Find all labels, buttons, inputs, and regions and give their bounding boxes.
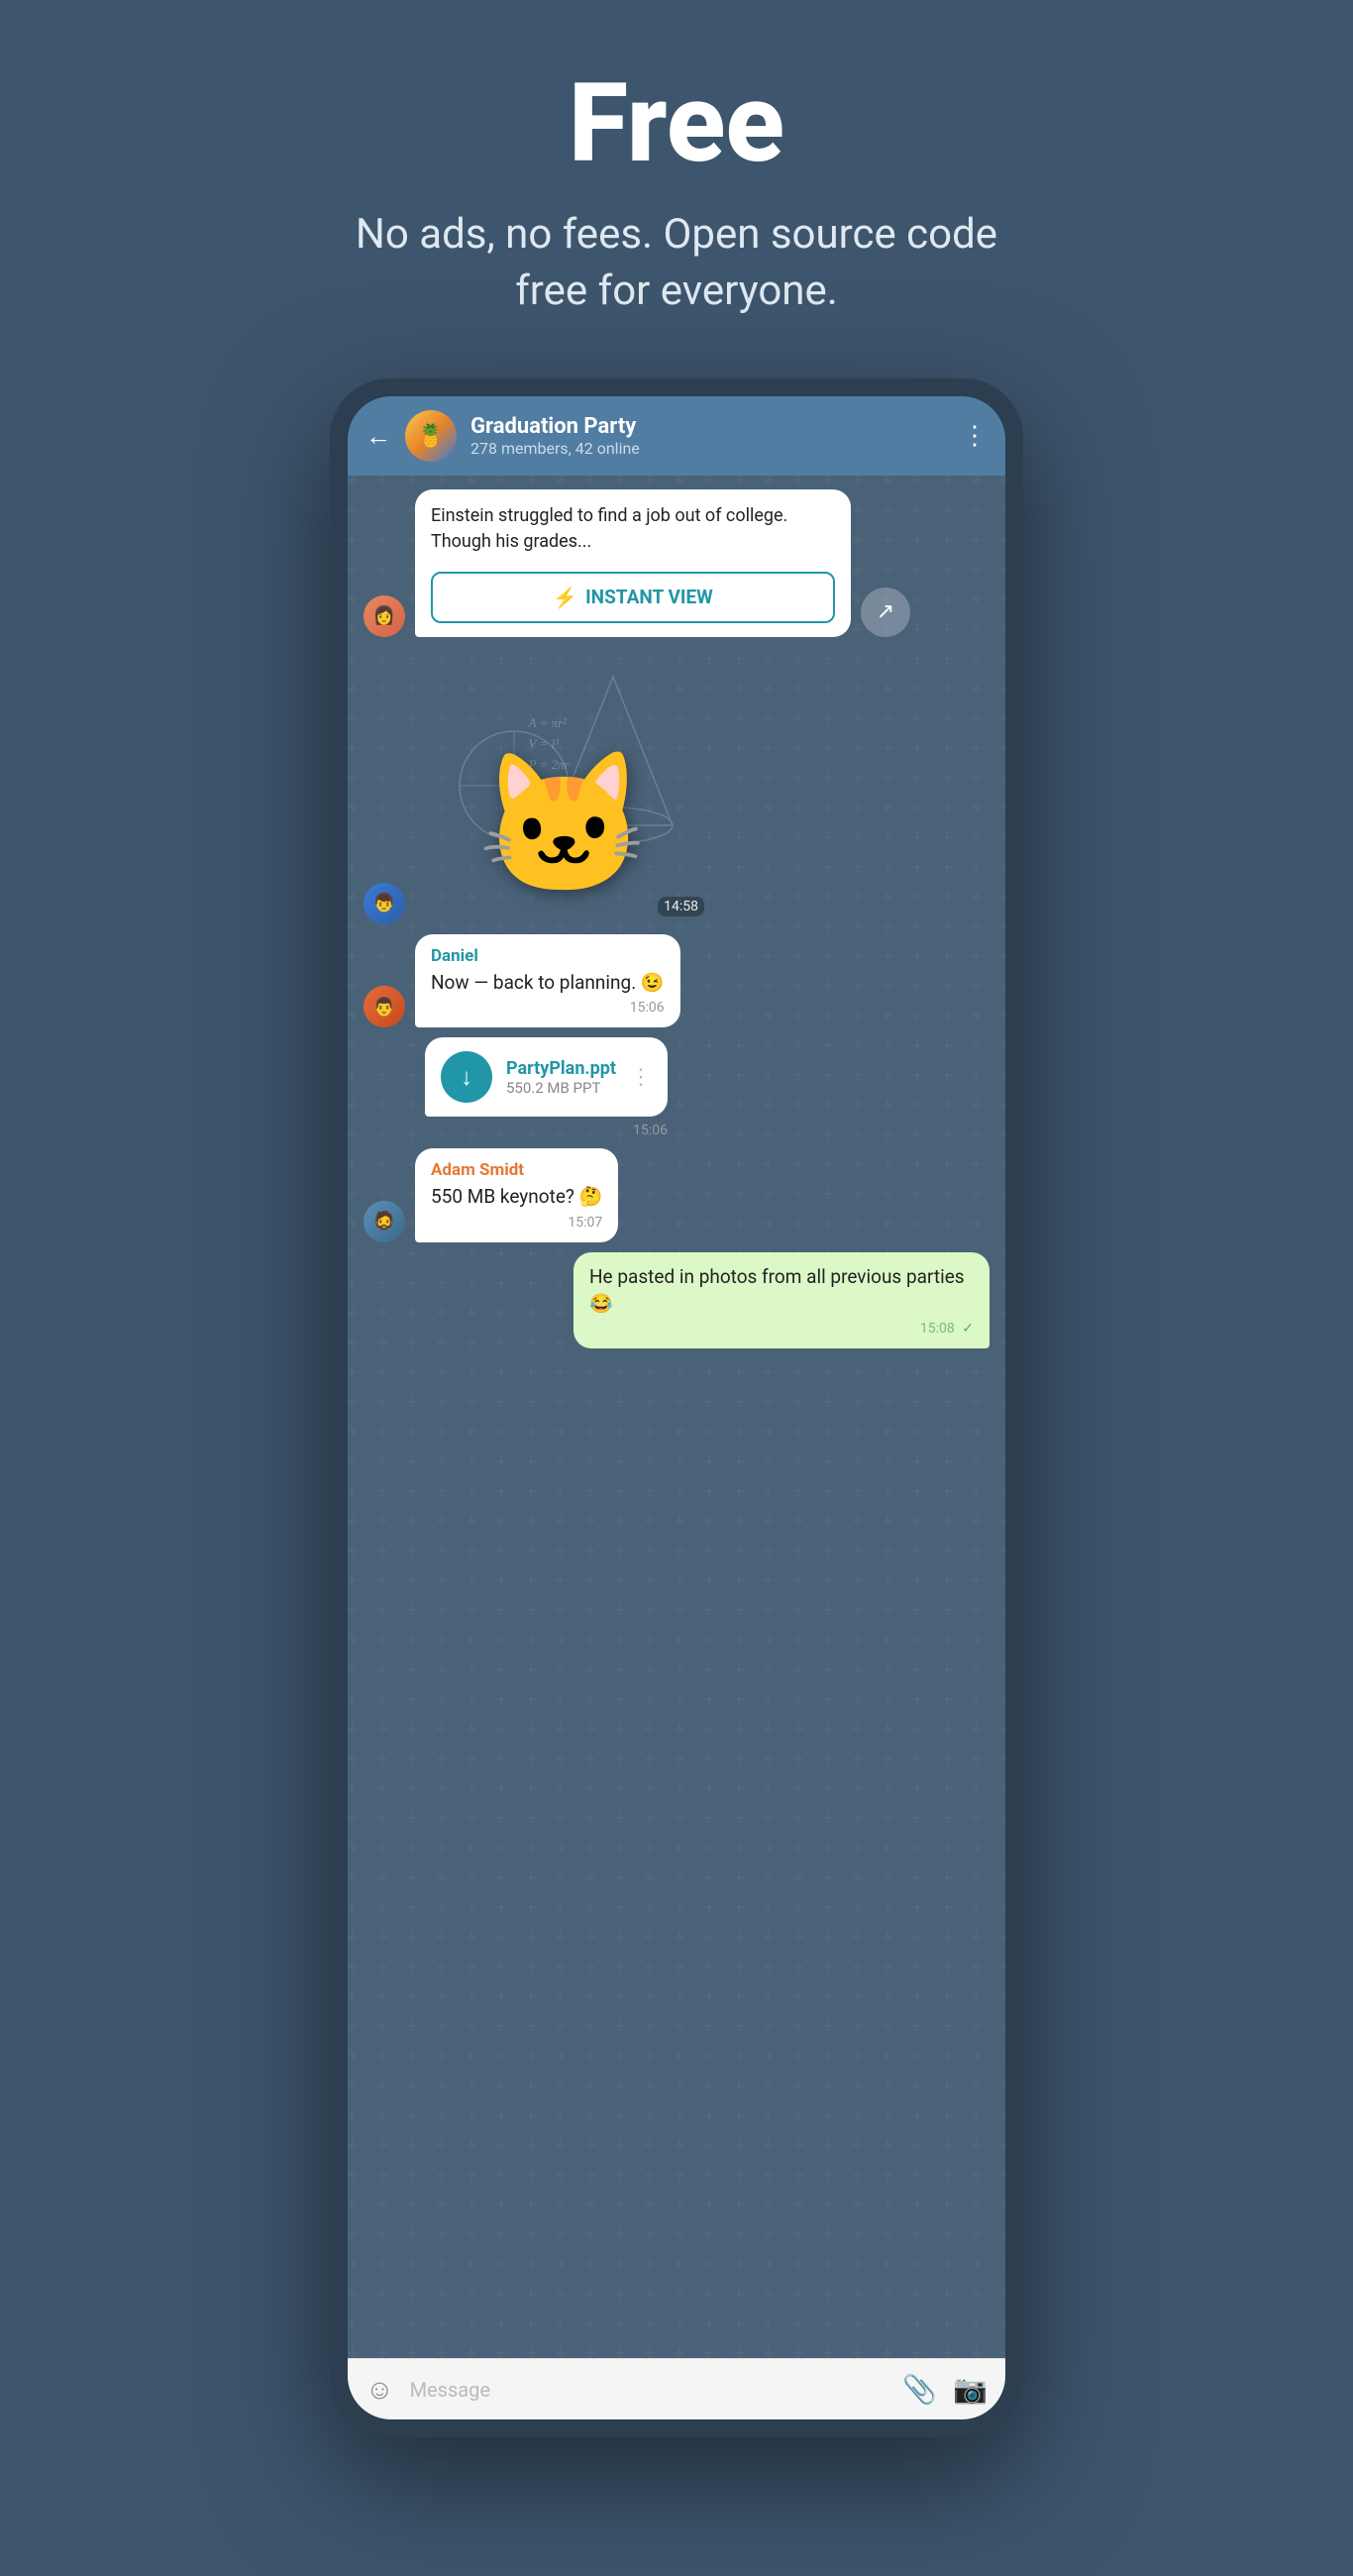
- file-info: PartyPlan.ppt 550.2 MB PPT: [506, 1058, 616, 1097]
- chat-name: Graduation Party: [470, 414, 948, 439]
- messages-area: 👩 Einstein struggled to find a job out o…: [348, 476, 1005, 2358]
- avatar: 👦: [364, 883, 405, 924]
- message-bubble: Daniel Now — back to planning. 😉 15:06: [415, 934, 680, 1028]
- file-bubble: ↓ PartyPlan.ppt 550.2 MB PPT ⋮: [425, 1037, 668, 1117]
- message-time: 15:06: [431, 1000, 665, 1016]
- file-menu-button[interactable]: ⋮: [630, 1065, 652, 1090]
- message-bubble: Adam Smidt 550 MB keynote? 🤔 15:07: [415, 1148, 618, 1242]
- message-sender: Daniel: [431, 946, 665, 966]
- table-row: 👨 Daniel Now — back to planning. 😉 15:06: [364, 934, 989, 1028]
- input-bar: ☺ Message 📎 📷: [348, 2358, 1005, 2419]
- avatar-emoji: 👩: [373, 605, 395, 626]
- message-text: 550 MB keynote? 🤔: [431, 1184, 602, 1211]
- avatar-emoji: 👨: [373, 997, 395, 1018]
- sticker-container: A = πr²V = l³P = 2πrA = πr²s = √(r² + h²…: [415, 647, 712, 924]
- message-sender: Adam Smidt: [431, 1160, 602, 1180]
- camera-button[interactable]: 📷: [953, 2373, 988, 2406]
- message-text: Now — back to planning. 😉: [431, 970, 665, 997]
- back-button[interactable]: ←: [365, 421, 391, 452]
- message-time: 15:07: [431, 1215, 602, 1231]
- avatar-emoji: 🧔: [373, 1211, 395, 1232]
- article-bubble: Einstein struggled to find a job out of …: [415, 489, 851, 636]
- file-size: 550.2 MB PPT: [506, 1079, 616, 1097]
- group-emoji: 🍍: [417, 424, 444, 449]
- avatar: 🧔: [364, 1201, 405, 1242]
- message-input[interactable]: Message: [410, 2378, 887, 2402]
- download-button[interactable]: ↓: [441, 1051, 492, 1103]
- phone-screen: ← 🍍 Graduation Party 278 members, 42 onl…: [348, 396, 1005, 2419]
- message-time: 15:08 ✓: [589, 1321, 974, 1337]
- phone-mockup: ← 🍍 Graduation Party 278 members, 42 onl…: [330, 378, 1023, 2437]
- own-message-bubble: He pasted in photos from all previous pa…: [573, 1252, 989, 1348]
- group-avatar: 🍍: [405, 410, 457, 462]
- avatar: 👨: [364, 986, 405, 1027]
- file-time: 15:06: [425, 1123, 668, 1138]
- iv-label: INSTANT VIEW: [585, 586, 713, 608]
- table-row: ↓ PartyPlan.ppt 550.2 MB PPT ⋮ 15:06: [364, 1037, 989, 1138]
- table-row: 👩 Einstein struggled to find a job out o…: [364, 489, 989, 636]
- avatar: 👩: [364, 595, 405, 637]
- table-row: 👦 A = πr²V = l³P = 2πrA = πr²s = √(r² + …: [364, 647, 989, 924]
- page-title: Free: [569, 59, 784, 187]
- file-bubble-wrapper: ↓ PartyPlan.ppt 550.2 MB PPT ⋮ 15:06: [425, 1037, 668, 1138]
- avatar-emoji: 👦: [373, 893, 395, 913]
- chat-header: ← 🍍 Graduation Party 278 members, 42 onl…: [348, 396, 1005, 476]
- table-row: He pasted in photos from all previous pa…: [364, 1252, 989, 1348]
- file-name: PartyPlan.ppt: [506, 1058, 616, 1079]
- sticker-time: 14:58: [658, 897, 704, 916]
- table-row: 🧔 Adam Smidt 550 MB keynote? 🤔 15:07: [364, 1148, 989, 1242]
- share-button[interactable]: ↗: [861, 588, 910, 637]
- message-text: He pasted in photos from all previous pa…: [589, 1264, 974, 1317]
- lightning-icon: ⚡: [553, 586, 577, 609]
- instant-view-button[interactable]: ⚡ INSTANT VIEW: [431, 572, 835, 623]
- read-checkmark: ✓: [962, 1321, 974, 1337]
- more-button[interactable]: ⋮: [962, 421, 988, 451]
- emoji-button[interactable]: ☺: [365, 2373, 394, 2406]
- article-text: Einstein struggled to find a job out of …: [415, 489, 851, 563]
- chat-info: Graduation Party 278 members, 42 online: [470, 414, 948, 458]
- chat-meta: 278 members, 42 online: [470, 439, 948, 458]
- cat-sticker: 🐱: [477, 756, 650, 895]
- attach-button[interactable]: 📎: [902, 2373, 937, 2406]
- hero-subtitle: No ads, no fees. Open source code free f…: [330, 207, 1023, 319]
